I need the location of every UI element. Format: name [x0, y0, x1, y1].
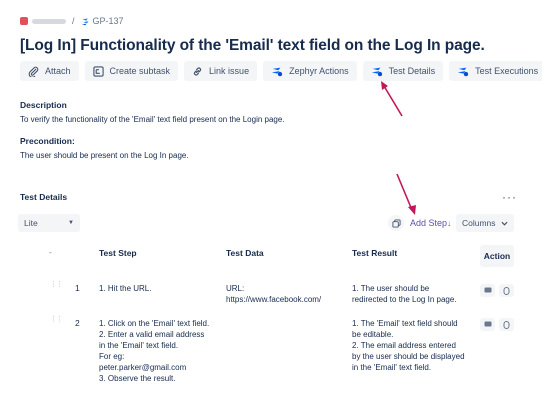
comment-button[interactable]: [480, 318, 495, 331]
add-step-button[interactable]: Add Step↓: [410, 218, 451, 228]
cell-line: 1. The 'Email' text field should: [352, 319, 458, 328]
create-subtask-label: Create subtask: [109, 66, 171, 76]
test-details-heading: Test Details: [20, 192, 68, 202]
issue-toolbar: Attach Create subtask Link issue Zephyr …: [20, 61, 542, 81]
test-data-cell[interactable]: URL: https://www.facebook.com/: [226, 283, 321, 305]
test-details-button[interactable]: Test Details: [362, 61, 444, 81]
caret-down-icon: ▼: [68, 220, 74, 226]
zephyr-icon: [457, 66, 469, 77]
cell-line: URL:: [226, 284, 245, 293]
test-data-column-header: Test Data: [226, 248, 264, 258]
zephyr-icon: [271, 66, 283, 77]
annotation-arrow: [396, 173, 416, 215]
cell-line: be editable.: [352, 330, 394, 339]
test-executions-button[interactable]: Test Executions: [449, 61, 542, 81]
breadcrumb: / GP-137: [20, 14, 124, 28]
issue-title[interactable]: [Log In] Functionality of the 'Email' te…: [20, 37, 485, 55]
cell-line: by the user should be displayed: [352, 352, 465, 361]
cell-line: redirected to the Log In page.: [352, 295, 457, 304]
drag-handle-icon[interactable]: ⋮⋮: [50, 316, 63, 323]
comment-icon: [484, 321, 492, 328]
zephyr-icon: [81, 17, 90, 26]
attachment-button[interactable]: [499, 284, 514, 297]
cell-line: in the 'Email' text field.: [352, 363, 432, 372]
issue-key-link[interactable]: GP-137: [93, 16, 124, 26]
test-executions-label: Test Executions: [475, 66, 539, 76]
cell-line: peter.parker@gmail.com: [99, 363, 187, 372]
description-text[interactable]: To verify the functionality of the 'Emai…: [20, 115, 285, 124]
view-mode-value: Lite: [24, 218, 38, 228]
description-heading: Description: [20, 100, 67, 110]
cell-line: 1. Hit the URL.: [99, 284, 152, 293]
copy-steps-button[interactable]: [388, 215, 404, 231]
row-number: 2: [75, 318, 80, 328]
attachment-icon: [503, 286, 510, 295]
breadcrumb-separator: /: [72, 16, 75, 26]
attach-button[interactable]: Attach: [20, 61, 79, 81]
project-avatar[interactable]: [20, 17, 28, 25]
view-mode-select[interactable]: Lite ▼: [18, 214, 80, 232]
arrow-down-icon: ↓: [447, 219, 452, 228]
chevron-down-icon: [501, 221, 508, 226]
cell-line: 2. Enter a valid email address: [99, 330, 205, 339]
comment-icon: [484, 287, 492, 294]
action-column-header: Action: [480, 245, 514, 267]
create-subtask-button[interactable]: Create subtask: [84, 61, 179, 81]
link-issue-button[interactable]: Link issue: [184, 61, 258, 81]
copy-icon: [391, 218, 401, 228]
cell-line: in the 'Email' text field.: [99, 341, 179, 350]
test-result-column-header: Test Result: [352, 248, 398, 258]
attach-label: Attach: [45, 66, 71, 76]
cell-line: For eg:: [99, 352, 125, 361]
subtask-icon: [92, 65, 104, 77]
zephyr-actions-label: Zephyr Actions: [289, 66, 349, 76]
test-step-cell[interactable]: 1. Click on the 'Email' text field. 2. E…: [99, 318, 209, 384]
cell-line: 1. Click on the 'Email' text field.: [99, 319, 210, 328]
cell-line: 2. The email address entered: [352, 341, 456, 350]
comment-button[interactable]: [480, 284, 495, 297]
more-options-button[interactable]: ···: [502, 190, 517, 204]
test-details-label: Test Details: [388, 66, 436, 76]
test-result-cell[interactable]: 1. The 'Email' text field should be edit…: [352, 318, 465, 373]
zephyr-icon: [371, 66, 383, 77]
attachment-button[interactable]: [499, 318, 514, 331]
precondition-text[interactable]: The user should be present on the Log In…: [20, 151, 189, 160]
project-name-redacted[interactable]: [32, 18, 66, 24]
test-step-column-header: Test Step: [99, 248, 137, 258]
row-number: 1: [75, 283, 80, 293]
cell-line: 3. Observe the result.: [99, 374, 176, 383]
precondition-heading: Precondition:: [20, 136, 75, 146]
zephyr-actions-button[interactable]: Zephyr Actions: [263, 61, 357, 81]
test-data-cell[interactable]: [226, 318, 336, 378]
test-result-cell[interactable]: 1. The user should be redirected to the …: [352, 283, 457, 305]
link-icon: [192, 66, 203, 77]
columns-label: Columns: [462, 218, 496, 228]
index-column-header: -: [49, 248, 52, 257]
drag-handle-icon[interactable]: ⋮⋮: [50, 281, 63, 288]
cell-line: https://www.facebook.com/: [226, 295, 322, 304]
annotation-arrow: [381, 81, 403, 117]
add-step-label: Add Step: [410, 218, 448, 228]
attachment-icon: [503, 320, 510, 329]
link-issue-label: Link issue: [209, 66, 250, 76]
cell-line: 1. The user should be: [352, 284, 430, 293]
test-step-cell[interactable]: 1. Hit the URL.: [99, 283, 151, 294]
columns-select[interactable]: Columns: [456, 214, 514, 232]
paperclip-icon: [28, 66, 39, 77]
